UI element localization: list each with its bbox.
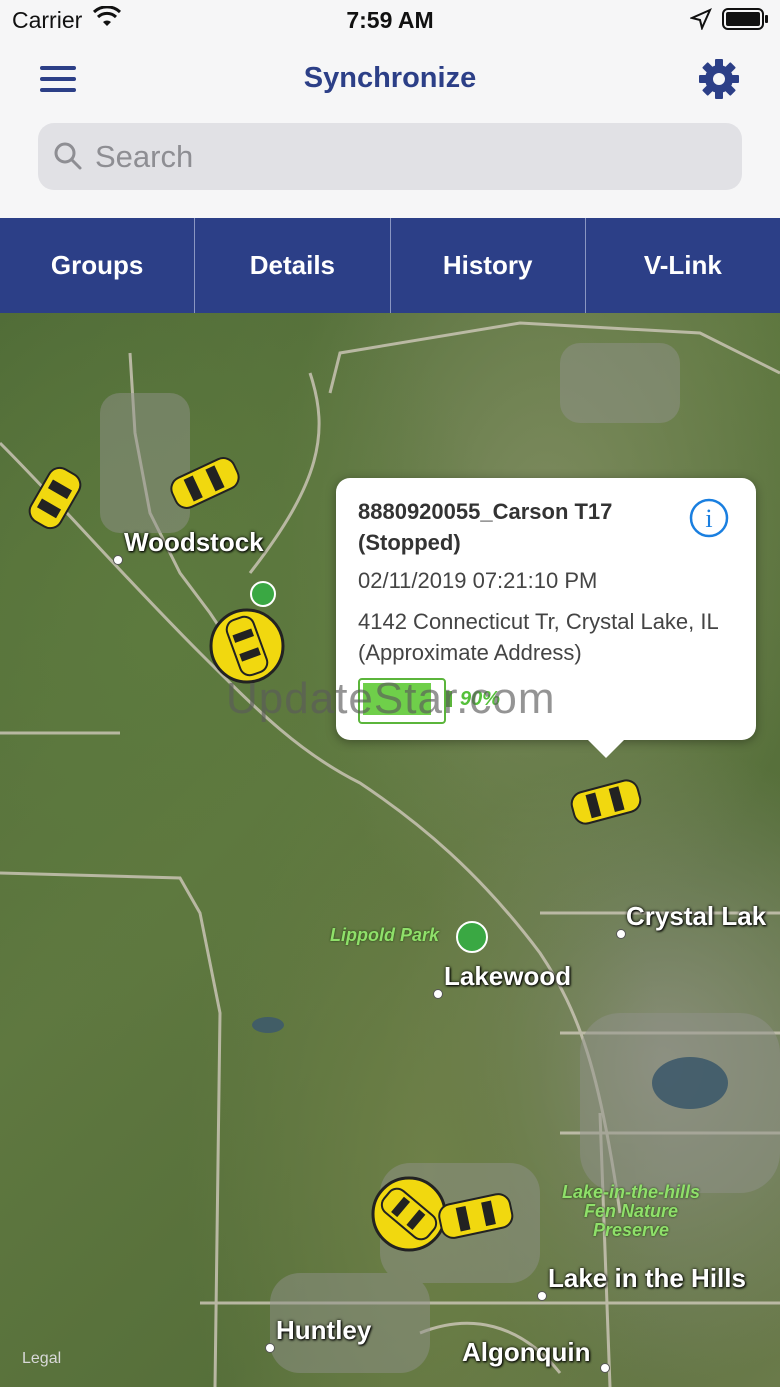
place-dot-lake-in-the-hills xyxy=(537,1291,547,1301)
search-bar[interactable] xyxy=(38,123,742,190)
vehicle-timestamp: 02/11/2019 07:21:10 PM xyxy=(358,568,598,593)
tab-groups[interactable]: Groups xyxy=(0,218,196,313)
search-input[interactable] xyxy=(93,133,717,181)
place-label-woodstock: Woodstock xyxy=(124,527,264,557)
watermark: UpdateStar.com xyxy=(226,674,556,723)
place-dot-huntley xyxy=(265,1343,275,1353)
place-dot-lakewood xyxy=(433,989,443,999)
golf-course-icon[interactable] xyxy=(250,581,276,607)
vehicle-marker-car-icon[interactable] xyxy=(20,461,90,535)
park-label-lippold: Lippold Park xyxy=(330,925,440,945)
search-icon xyxy=(54,142,82,170)
map-legal-link[interactable]: Legal xyxy=(22,1350,61,1368)
info-icon[interactable]: i xyxy=(689,498,729,538)
status-bar: Carrier 7:59 AM xyxy=(0,0,780,40)
place-label-lakewood: Lakewood xyxy=(444,961,572,991)
place-dot-woodstock xyxy=(113,555,123,565)
map-view[interactable]: Woodstock Crystal Lak Lakewood Lake in t… xyxy=(0,313,780,1387)
tab-bar: Groups Details History V-Link xyxy=(0,218,780,313)
svg-text:i: i xyxy=(705,504,712,533)
vehicle-address: 4142 Connecticut Tr, Crystal Lake, IL (A… xyxy=(358,609,718,665)
place-label-lake-in-the-hills: Lake in the Hills xyxy=(548,1263,746,1293)
navigation-bar: Synchronize xyxy=(0,40,780,218)
place-dot-crystal-lake xyxy=(616,929,626,939)
clock: 7:59 AM xyxy=(346,7,434,33)
tree-icon[interactable] xyxy=(456,921,488,953)
place-label-algonquin: Algonquin xyxy=(462,1337,591,1367)
tab-v-link[interactable]: V-Link xyxy=(586,218,780,313)
tab-history[interactable]: History xyxy=(391,218,586,313)
place-label-crystal-lake: Crystal Lak xyxy=(626,901,767,931)
vehicle-info-callout[interactable]: 8880920055_Carson T17 (Stopped) i 02/11/… xyxy=(226,478,756,758)
place-label-huntley: Huntley xyxy=(276,1315,372,1345)
tab-details[interactable]: Details xyxy=(195,218,391,313)
vehicle-marker-car-icon[interactable] xyxy=(434,1185,518,1249)
page-title: Synchronize xyxy=(303,62,477,94)
place-dot-algonquin xyxy=(600,1363,610,1373)
vehicle-name: 8880920055_Carson T17 (Stopped) xyxy=(358,499,613,555)
gear-icon[interactable] xyxy=(698,58,740,100)
park-label-fen-preserve: Lake-in-the-hills Fen Nature Preserve xyxy=(561,1182,700,1240)
vehicle-marker-car-icon[interactable] xyxy=(165,453,245,513)
battery-icon xyxy=(722,8,768,30)
location-arrow-icon xyxy=(690,8,712,30)
vehicle-marker-car-icon[interactable] xyxy=(566,773,646,831)
